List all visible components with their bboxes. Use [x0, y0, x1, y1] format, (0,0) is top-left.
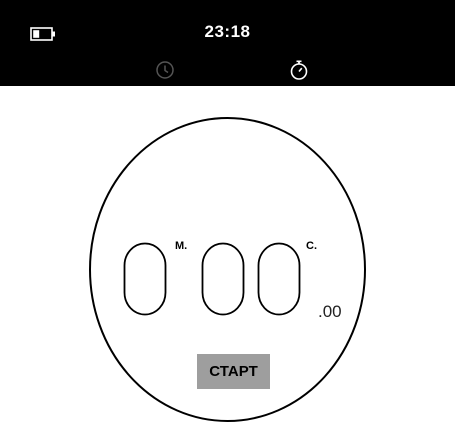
fraction-seconds: .00	[318, 302, 342, 321]
seconds-unit-label: С.	[306, 240, 317, 252]
stopwatch-screen: 23:18 М. С. .00 СТАРТ	[0, 0, 455, 425]
minutes-digit	[123, 242, 167, 316]
seconds-ones-digit	[257, 242, 301, 316]
top-bar: 23:18	[0, 0, 455, 86]
start-button[interactable]: СТАРТ	[197, 354, 270, 389]
seconds-tens-digit	[201, 242, 245, 316]
clock-icon[interactable]	[154, 59, 176, 81]
status-time: 23:18	[204, 22, 251, 41]
minutes-unit-label: М.	[175, 240, 188, 252]
stopwatch-icon[interactable]	[288, 59, 310, 81]
